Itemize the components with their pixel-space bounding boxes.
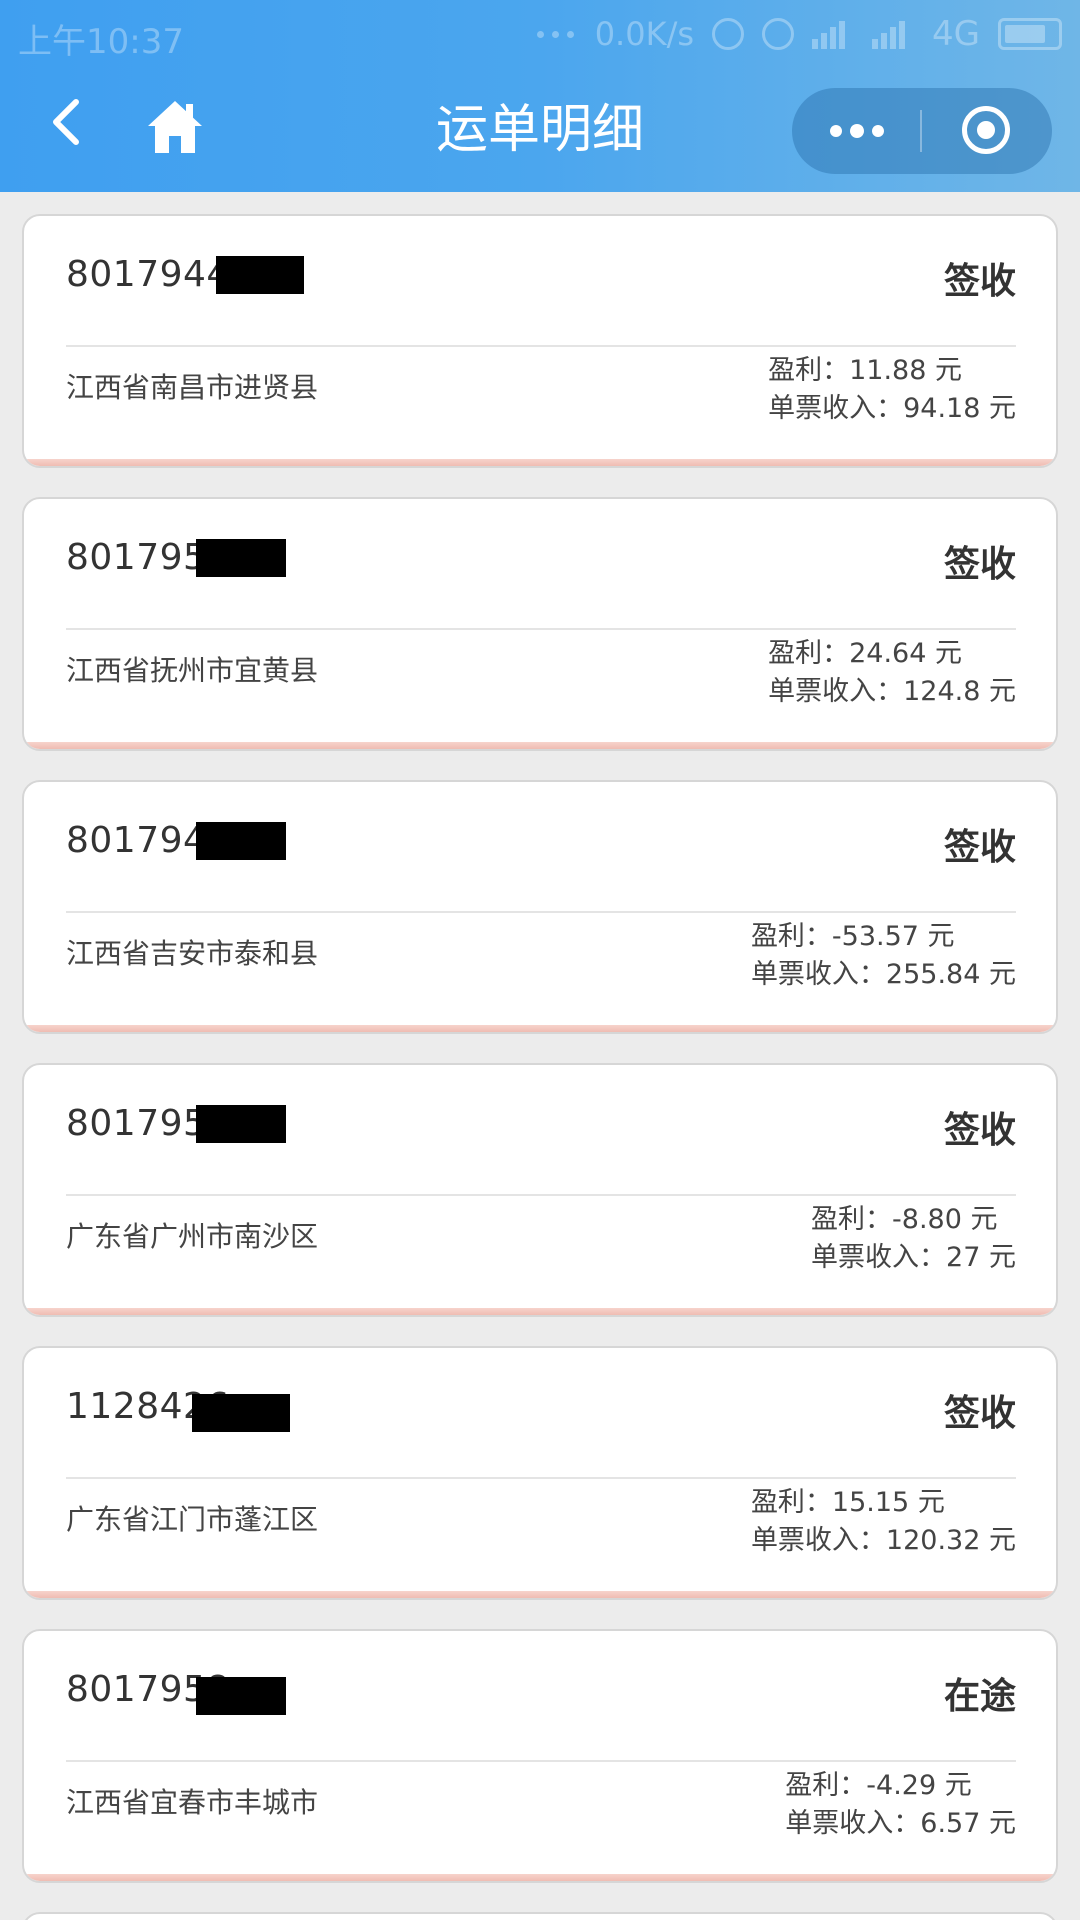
capsule-menu [792, 88, 1052, 174]
waybill-card[interactable]: 8017953 签收 江西省抚州市宜黄县 盈利：24.64 元 单票收入：124… [22, 497, 1058, 751]
waybill-income: 单票收入：255.84 元 [750, 959, 1016, 990]
waybill-address: 广东省广州市南沙区 [66, 1220, 319, 1253]
waybill-card[interactable]: 80179444 签收 江西省南昌市进贤县 盈利：11.88 元 单票收入：94… [22, 214, 1058, 468]
waybill-card[interactable]: 8017958 在途 江西省宜春市丰城市 盈利：-4.29 元 单票收入：6.5… [22, 1629, 1058, 1883]
mute-icon [712, 18, 745, 50]
waybill-income: 单票收入：27 元 [811, 1242, 1016, 1273]
card-divider [66, 345, 1016, 347]
waybill-card[interactable]: 8017943 签收 江西省吉安市泰和县 盈利：-53.57 元 单票收入：25… [22, 780, 1058, 1034]
waybill-address: 广东省江门市蓬江区 [66, 1503, 319, 1536]
waybill-status: 签收 [943, 1393, 1016, 1434]
waybill-card[interactable]: 1128426 签收 广东省江门市蓬江区 盈利：15.15 元 单票收入：120… [22, 1346, 1058, 1600]
network-type: 4G [932, 14, 980, 54]
waybill-profit: 盈利：11.88 元 [768, 355, 962, 386]
waybill-profit: 盈利：-53.57 元 [750, 921, 955, 952]
waybill-address: 江西省吉安市泰和县 [66, 937, 319, 970]
waybill-status: 签收 [943, 261, 1016, 302]
waybill-address: 江西省宜春市丰城市 [66, 1786, 319, 1819]
capsule-divider [920, 110, 922, 152]
alarm-icon [762, 18, 795, 50]
target-close-icon-dot [977, 121, 995, 139]
waybill-profit: 盈利：15.15 元 [750, 1487, 945, 1518]
waybill-status: 签收 [943, 827, 1016, 868]
waybill-amounts: 盈利：-4.29 元 单票收入：6.57 元 [785, 1767, 1016, 1843]
redaction-block [196, 822, 286, 860]
battery-icon [998, 18, 1062, 50]
card-divider [66, 1760, 1016, 1762]
redaction-block [216, 256, 304, 294]
waybill-profit: 盈利：24.64 元 [768, 638, 962, 669]
header-bar: 上午10:37 0.0K/s 4G 运单明细 [0, 0, 1080, 192]
waybill-amounts: 盈利：-8.80 元 单票收入：27 元 [811, 1201, 1016, 1277]
status-time: 上午10:37 [18, 22, 184, 62]
waybill-address: 江西省南昌市进贤县 [66, 371, 319, 404]
waybill-card[interactable]: 8017959 签收 广东省广州市南沙区 盈利：-8.80 元 单票收入：27 … [22, 1063, 1058, 1317]
waybill-profit: 盈利：-8.80 元 [811, 1204, 998, 1235]
redaction-block [192, 1394, 290, 1432]
waybill-status: 签收 [943, 1110, 1016, 1151]
redaction-block [196, 1677, 286, 1715]
card-divider [66, 628, 1016, 630]
card-divider [66, 1477, 1016, 1479]
status-icons: 0.0K/s 4G [536, 14, 1062, 54]
card-divider [66, 1194, 1016, 1196]
more-button[interactable] [792, 88, 920, 174]
waybill-list[interactable]: 80179444 签收 江西省南昌市进贤县 盈利：11.88 元 单票收入：94… [0, 192, 1080, 1920]
card-divider [66, 911, 1016, 913]
waybill-status: 在途 [943, 1676, 1016, 1717]
waybill-amounts: 盈利：-53.57 元 单票收入：255.84 元 [751, 918, 1016, 994]
waybill-income: 单票收入：124.8 元 [768, 676, 1016, 707]
notification-dots-icon [536, 28, 577, 40]
waybill-income: 单票收入：6.57 元 [785, 1808, 1016, 1839]
signal-icon-2 [872, 19, 914, 49]
redaction-block [196, 1105, 286, 1143]
waybill-amounts: 盈利：24.64 元 单票收入：124.8 元 [768, 635, 1016, 711]
close-button[interactable] [924, 88, 1052, 174]
network-speed: 0.0K/s [594, 15, 695, 53]
waybill-income: 单票收入：94.18 元 [768, 393, 1016, 424]
waybill-status: 签收 [943, 544, 1016, 585]
redaction-block [196, 539, 286, 577]
waybill-income: 单票收入：120.32 元 [750, 1525, 1016, 1556]
waybill-card-partial[interactable] [22, 1912, 1058, 1920]
waybill-amounts: 盈利：15.15 元 单票收入：120.32 元 [751, 1484, 1016, 1560]
waybill-address: 江西省抚州市宜黄县 [66, 654, 319, 687]
signal-icon [812, 19, 854, 49]
waybill-profit: 盈利：-4.29 元 [785, 1770, 972, 1801]
status-bar: 上午10:37 0.0K/s 4G [0, 0, 1080, 66]
waybill-amounts: 盈利：11.88 元 单票收入：94.18 元 [768, 352, 1016, 428]
